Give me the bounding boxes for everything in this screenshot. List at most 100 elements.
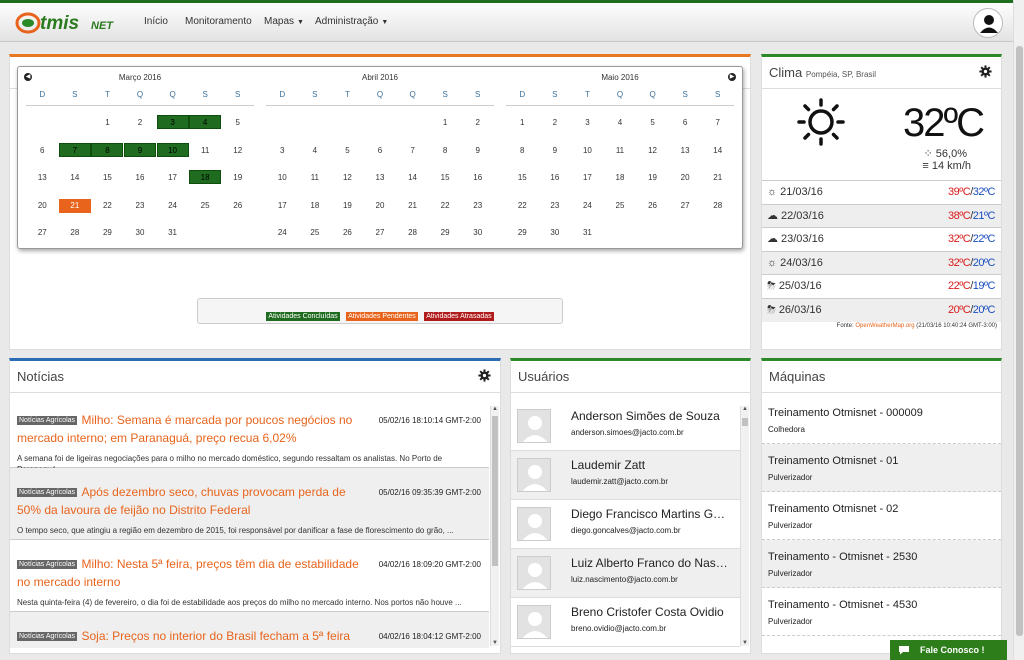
calendar-day[interactable]: 20 [26,192,59,220]
calendar-day[interactable]: 19 [221,164,254,192]
calendar-day[interactable]: 22 [506,192,539,220]
calendar-day[interactable]: 5 [636,109,669,137]
calendar-day[interactable]: 20 [364,192,397,220]
users-scrollbar[interactable]: ▲ ▼ [740,406,749,646]
calendar-day[interactable]: 13 [26,164,59,192]
calendar-day[interactable]: 28 [59,219,92,247]
user-list-item[interactable]: Breno Cristofer Costa Ovidio breno.ovidio… [511,598,740,647]
calendar-day[interactable]: 1 [429,109,462,137]
calendar-day[interactable]: 14 [59,164,92,192]
calendar-day[interactable]: 4 [299,137,332,165]
calendar-day[interactable]: 1 [506,109,539,137]
news-item[interactable]: Notícias Agrícolas Após dezembro seco, c… [10,468,489,540]
nav-mapas-dropdown[interactable]: Mapas ▼ [264,16,304,27]
calendar-day[interactable]: 24 [266,219,299,247]
calendar-day[interactable]: 5 [221,109,254,137]
calendar-day[interactable]: 9 [539,137,572,165]
calendar-day[interactable]: 24 [571,192,604,220]
calendar-day[interactable]: 8 [429,137,462,165]
calendar-day[interactable]: 16 [461,164,494,192]
calendar-day[interactable]: 25 [189,192,222,220]
calendar-day[interactable]: 12 [221,137,254,165]
machine-item[interactable]: Treinamento - Otmisnet - 2530 Pulverizado… [762,540,1001,588]
calendar-day[interactable]: 12 [636,137,669,165]
calendar-day[interactable]: 18 [299,192,332,220]
calendar-day[interactable]: 18 [189,164,222,192]
calendar-day[interactable]: 30 [124,219,157,247]
calendar-day[interactable]: 20 [669,164,702,192]
calendar-day[interactable]: 16 [124,164,157,192]
calendar-day[interactable]: 30 [539,219,572,247]
gear-icon[interactable] [979,65,992,78]
calendar-day[interactable]: 21 [701,164,734,192]
page-scroll-thumb[interactable] [1016,46,1023,636]
news-scrollbar[interactable]: ▲ ▼ [490,406,499,646]
calendar-day[interactable]: 4 [604,109,637,137]
calendar-day[interactable]: 16 [539,164,572,192]
calendar-day[interactable]: 30 [461,219,494,247]
user-list-item[interactable]: Anderson Simões de Souza anderson.simoes@… [511,402,740,451]
calendar-day[interactable]: 17 [156,164,189,192]
calendar-day[interactable]: 2 [539,109,572,137]
calendar-day[interactable]: 15 [429,164,462,192]
calendar-day[interactable]: 8 [506,137,539,165]
otmis-logo[interactable]: tmis NET [14,8,122,38]
user-list-item[interactable]: Diego Francisco Martins Gonçalves diego.g… [511,500,740,549]
calendar-day[interactable]: 4 [189,109,222,137]
users-scroll-thumb[interactable] [742,418,748,426]
calendar-day[interactable]: 27 [364,219,397,247]
nav-inicio[interactable]: Início [144,16,168,27]
calendar-day[interactable]: 21 [396,192,429,220]
calendar-day[interactable]: 3 [266,137,299,165]
calendar-day[interactable]: 5 [331,137,364,165]
user-menu-button[interactable] [973,8,1003,38]
calendar-day[interactable]: 2 [461,109,494,137]
calendar-day[interactable]: 11 [299,164,332,192]
calendar-day[interactable]: 17 [266,192,299,220]
calendar-day[interactable]: 25 [604,192,637,220]
calendar-day[interactable]: 6 [26,137,59,165]
calendar-day[interactable]: 23 [539,192,572,220]
nav-administracao-dropdown[interactable]: Administração ▼ [315,16,388,27]
user-list-item[interactable]: Laudemir Zatt laudemir.zatt@jacto.com.br [511,451,740,500]
calendar-day[interactable]: 10 [266,164,299,192]
calendar-day[interactable]: 11 [604,137,637,165]
calendar-day[interactable]: 7 [396,137,429,165]
news-item[interactable]: Notícias Agrícolas Milho: Semana é marca… [10,396,489,474]
calendar-day[interactable]: 26 [221,192,254,220]
scroll-up-icon[interactable]: ▲ [741,406,749,412]
machine-item[interactable]: Treinamento Otmisnet - 01 Pulverizador [762,444,1001,492]
calendar-day[interactable]: 17 [571,164,604,192]
calendar-day[interactable]: 19 [636,164,669,192]
calendar-day[interactable]: 6 [669,109,702,137]
calendar-day[interactable]: 10 [156,137,189,165]
calendar-day[interactable]: 31 [156,219,189,247]
calendar-day[interactable]: 31 [571,219,604,247]
calendar-day[interactable]: 24 [156,192,189,220]
calendar-day[interactable]: 28 [396,219,429,247]
calendar-day[interactable]: 26 [331,219,364,247]
page-scrollbar[interactable] [1013,0,1024,660]
news-scroll-thumb[interactable] [492,416,498,566]
calendar-day[interactable]: 13 [364,164,397,192]
calendar-day[interactable]: 28 [701,192,734,220]
news-item[interactable]: Notícias Agrícolas Soja: Preços no inter… [10,612,489,648]
calendar-day[interactable]: 3 [156,109,189,137]
calendar-day[interactable]: 9 [123,137,157,165]
calendar-day[interactable]: 25 [299,219,332,247]
scroll-up-icon[interactable]: ▲ [491,406,499,412]
calendar-day[interactable]: 1 [91,109,124,137]
calendar-day[interactable]: 15 [506,164,539,192]
calendar-day[interactable]: 27 [26,219,59,247]
calendar-day[interactable]: 22 [91,192,124,220]
news-item[interactable]: Notícias Agrícolas Milho: Nesta 5ª feira… [10,540,489,612]
calendar-day[interactable]: 13 [669,137,702,165]
calendar-day[interactable]: 8 [91,137,124,165]
calendar-day[interactable]: 27 [669,192,702,220]
user-list-item[interactable]: Luiz Alberto Franco do Nascimento luiz.na… [511,549,740,598]
machine-item[interactable]: Treinamento Otmisnet - 000009 Colhedora [762,396,1001,444]
machine-item[interactable]: Treinamento Otmisnet - 02 Pulverizador [762,492,1001,540]
scroll-down-icon[interactable]: ▼ [491,640,499,646]
calendar-day[interactable]: 12 [331,164,364,192]
calendar-day[interactable]: 29 [429,219,462,247]
